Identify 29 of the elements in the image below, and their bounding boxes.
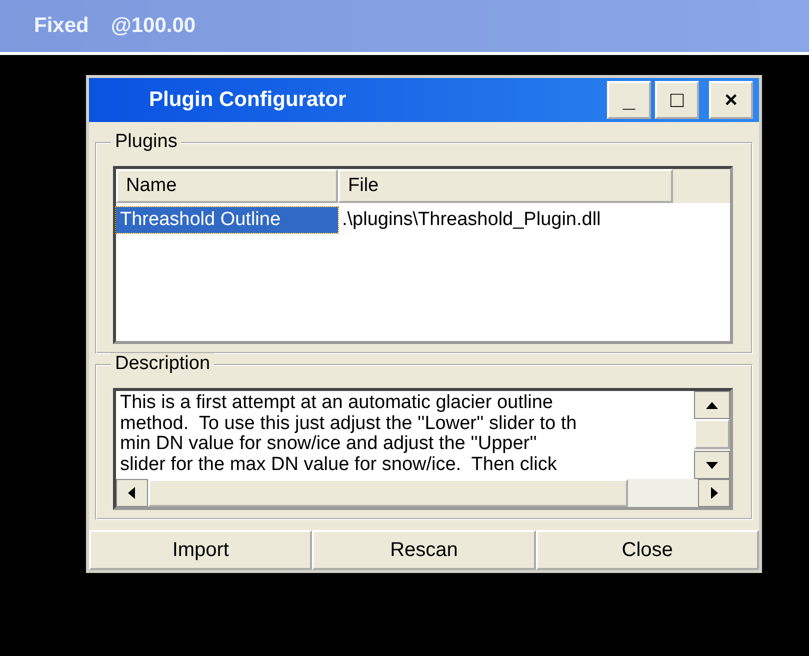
scroll-track[interactable] [694, 449, 730, 451]
zoom-label: @100.00 [110, 14, 196, 38]
column-header-filler [673, 169, 730, 203]
window-title: Plugin Configurator [149, 88, 346, 112]
scroll-up-icon[interactable] [694, 391, 730, 419]
description-line: min DN value for snow/ice and adjust the ''Upper'' [120, 434, 538, 454]
scroll-thumb[interactable] [694, 419, 730, 449]
column-header[interactable]: File [338, 169, 673, 203]
window-control-button[interactable]: _ [607, 81, 651, 119]
column-header[interactable]: Name [116, 169, 338, 203]
scroll-thumb[interactable] [148, 479, 628, 507]
scroll-left-icon[interactable] [116, 479, 148, 507]
scroll-down-icon[interactable] [694, 451, 730, 479]
dialog-button[interactable]: Import [89, 530, 312, 570]
plugin-name-cell[interactable]: Threashold Outline [116, 207, 338, 233]
group-label: Description [111, 353, 214, 375]
horizontal-scrollbar[interactable] [116, 479, 730, 507]
window-control-button[interactable]: □ [655, 81, 699, 119]
vertical-scrollbar[interactable] [694, 391, 730, 479]
description-line: This is a first attempt at an automatic glacier outline [120, 393, 554, 414]
group-label: Plugins [111, 131, 182, 153]
dialog-button[interactable]: Rescan [312, 530, 536, 570]
dialog-button[interactable]: Close [536, 530, 759, 570]
description-line: method. To use this just adjust the ''Lower'' slider to th [120, 414, 578, 434]
description-line: slider for the max DN value for snow/ice. Then click [120, 454, 558, 475]
window-control-button[interactable]: × [709, 81, 753, 119]
mode-label: Fixed [34, 14, 89, 38]
plugin-file-cell-text: .\plugins\Threashold_Plugin.dll [341, 208, 602, 232]
scroll-right-icon[interactable] [698, 479, 730, 507]
